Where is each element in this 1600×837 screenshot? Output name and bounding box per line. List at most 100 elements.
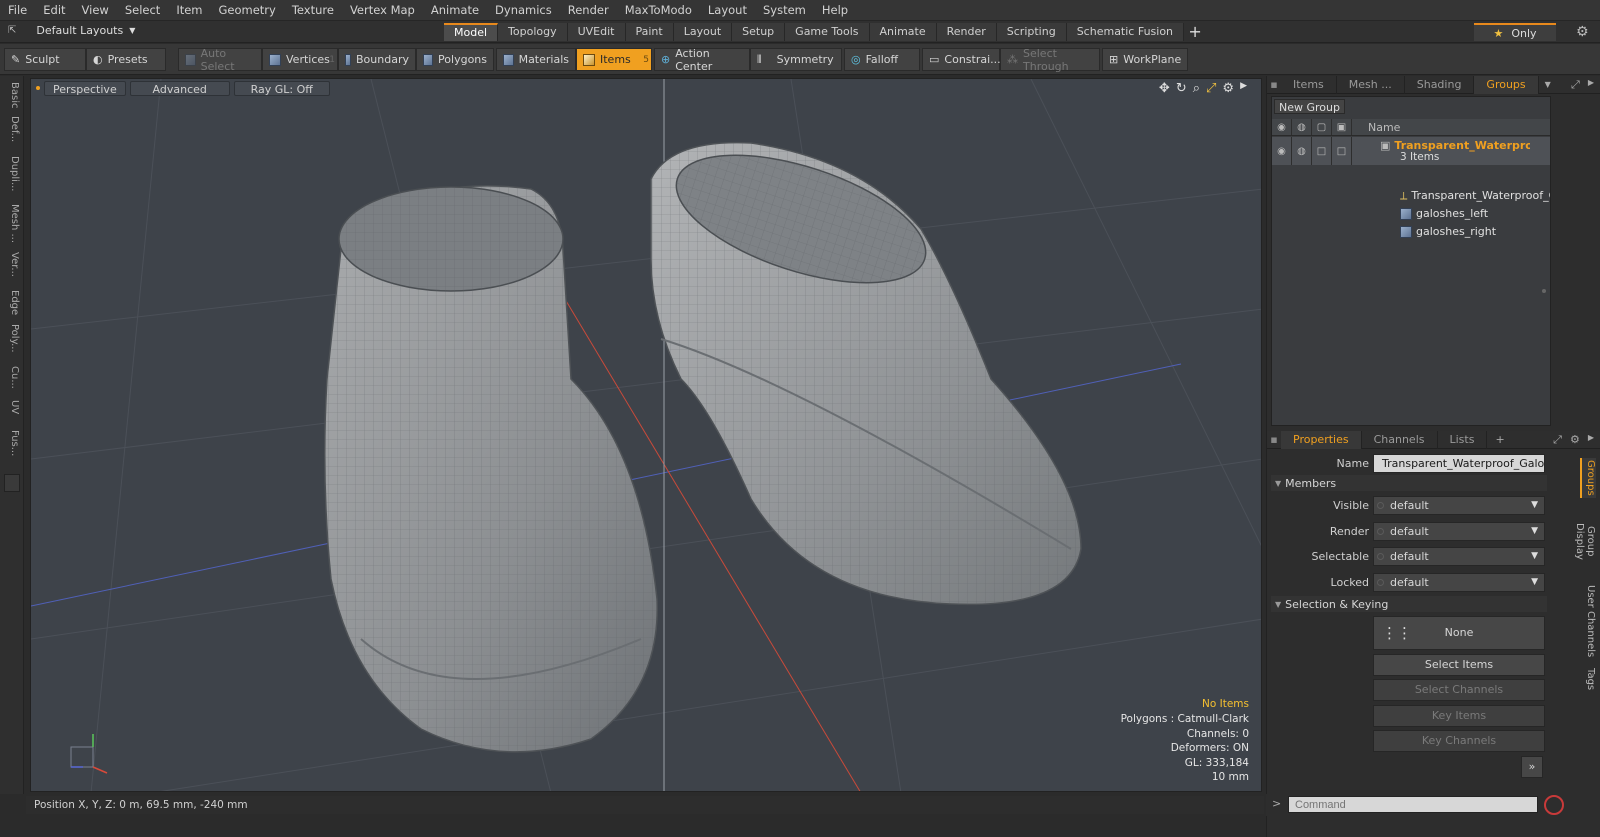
menu-maxtomodo[interactable]: MaxToModo <box>617 0 700 21</box>
left-strip-button[interactable] <box>4 474 20 492</box>
panel-arrow-icon[interactable]: ▶ <box>1588 78 1594 92</box>
workplane-button[interactable]: ⊞ WorkPlane <box>1102 48 1188 71</box>
selection-keying-section[interactable]: ▼ Selection & Keying <box>1271 596 1547 612</box>
left-tab-curve[interactable]: Cu... <box>4 366 20 389</box>
select-icon[interactable]: □ <box>1332 137 1352 165</box>
raygl-button[interactable]: Ray GL: Off <box>233 80 330 96</box>
tab-items[interactable]: Items <box>1281 75 1337 94</box>
galosh-right-model[interactable] <box>650 129 1082 606</box>
none-button[interactable]: ⋮⋮ None <box>1373 616 1545 650</box>
left-tab-basic[interactable]: Basic <box>4 82 20 108</box>
group-child-row[interactable]: ⟂ Transparent_Waterproof_G... <box>1272 187 1550 204</box>
viewport-arrow-icon[interactable]: ▶ <box>1240 81 1247 96</box>
eye-icon[interactable]: ◉ <box>1272 137 1292 165</box>
members-section[interactable]: ▼ Members <box>1271 475 1547 491</box>
tab-paint[interactable]: Paint <box>625 23 674 41</box>
group-child-row[interactable]: galoshes_left <box>1272 205 1550 222</box>
3d-viewport[interactable]: Perspective Advanced Ray GL: Off ✥ ↻ ⌕ ⤢… <box>30 78 1262 792</box>
materials-button[interactable]: Materials <box>496 48 576 71</box>
view-mode-button[interactable]: Perspective <box>44 80 126 96</box>
only-button[interactable]: ★ Only <box>1474 23 1556 41</box>
zoom-view-icon[interactable]: ⌕ <box>1193 81 1200 96</box>
menu-item[interactable]: Item <box>168 0 210 21</box>
expand-more-button[interactable]: » <box>1521 756 1543 778</box>
name-field[interactable]: Transparent_Waterproof_Galoshes <box>1373 453 1545 473</box>
vtab-groups[interactable]: Groups <box>1580 458 1596 498</box>
vertices-button[interactable]: Vertices 1 <box>262 48 338 71</box>
tab-scripting[interactable]: Scripting <box>996 23 1067 41</box>
lock-icon[interactable]: ▢ <box>1312 119 1332 135</box>
select-icon[interactable]: ▣ <box>1332 119 1352 135</box>
vtab-user-channels[interactable]: User Channels <box>1580 584 1596 658</box>
boundary-button[interactable]: Boundary <box>338 48 416 71</box>
select-items-button[interactable]: Select Items <box>1373 654 1545 676</box>
new-group-button[interactable]: New Group <box>1274 99 1345 114</box>
menu-animate[interactable]: Animate <box>423 0 487 21</box>
polygons-button[interactable]: Polygons <box>416 48 494 71</box>
key-channels-button[interactable]: Key Channels <box>1373 730 1545 752</box>
menu-layout[interactable]: Layout <box>700 0 755 21</box>
falloff-button[interactable]: ◎ Falloff <box>844 48 920 71</box>
tab-setup[interactable]: Setup <box>732 23 786 41</box>
eye-icon[interactable]: ◉ <box>1272 119 1292 135</box>
galosh-left-model[interactable] <box>324 185 658 753</box>
tab-schematic-fusion[interactable]: Schematic Fusion <box>1066 23 1185 41</box>
maximize-icon[interactable]: ⤢ <box>1571 78 1580 92</box>
chevron-down-icon[interactable]: ▼ <box>1545 80 1551 89</box>
auto-select-button[interactable]: Auto Select <box>178 47 262 73</box>
menu-render[interactable]: Render <box>560 0 617 21</box>
tab-topology[interactable]: Topology <box>498 23 568 41</box>
menu-system[interactable]: System <box>755 0 814 21</box>
sculpt-button[interactable]: ✎ Sculpt <box>4 48 86 71</box>
tab-render[interactable]: Render <box>936 23 997 41</box>
group-row-main[interactable]: ◉ ◍ □ □ ▣ Transparent_Waterproof ... 3 I… <box>1272 137 1550 165</box>
tab-animate[interactable]: Animate <box>869 23 937 41</box>
scrollbar[interactable] <box>1542 289 1546 293</box>
constraints-button[interactable]: ▭ Constrai... <box>922 48 1001 71</box>
menu-select[interactable]: Select <box>117 0 168 21</box>
tab-layout[interactable]: Layout <box>673 23 733 41</box>
left-tab-vertex[interactable]: Ver... <box>4 252 20 277</box>
tab-uvedit[interactable]: UVEdit <box>567 23 626 41</box>
record-icon[interactable] <box>1544 795 1564 815</box>
items-button[interactable]: Items 5 <box>576 48 652 71</box>
gear-icon[interactable]: ⚙ <box>1576 24 1592 40</box>
symmetry-button[interactable]: ⫴ Symmetry <box>750 48 842 71</box>
menu-vertex-map[interactable]: Vertex Map <box>342 0 423 21</box>
tab-mesh[interactable]: Mesh ... <box>1337 75 1405 94</box>
group-child-row[interactable]: galoshes_right <box>1272 223 1550 240</box>
menu-edit[interactable]: Edit <box>35 0 73 21</box>
left-tab-edge[interactable]: Edge <box>4 290 20 315</box>
left-tab-duplicate[interactable]: Dupli... <box>4 156 20 191</box>
move-view-icon[interactable]: ✥ <box>1159 81 1170 96</box>
tab-groups[interactable]: Groups <box>1474 75 1539 94</box>
left-tab-uv[interactable]: UV <box>4 400 20 414</box>
menu-geometry[interactable]: Geometry <box>211 0 284 21</box>
rotate-view-icon[interactable]: ↻ <box>1176 81 1187 96</box>
vtab-tags[interactable]: Tags <box>1580 664 1596 694</box>
menu-file[interactable]: File <box>0 0 35 21</box>
menu-dynamics[interactable]: Dynamics <box>487 0 560 21</box>
key-items-button[interactable]: Key Items <box>1373 705 1545 727</box>
left-tab-mesh[interactable]: Mesh ... <box>4 204 20 243</box>
left-tab-deform[interactable]: Def... <box>4 116 20 142</box>
select-through-button[interactable]: ⁂ Select Through <box>1000 47 1100 73</box>
left-tab-fusion[interactable]: Fus... <box>4 430 20 456</box>
left-tab-polygon[interactable]: Poly... <box>4 324 20 353</box>
menu-view[interactable]: View <box>74 0 117 21</box>
visible-select[interactable]: default ▼ <box>1373 495 1545 515</box>
locked-select[interactable]: default ▼ <box>1373 572 1545 592</box>
menu-texture[interactable]: Texture <box>284 0 342 21</box>
advanced-button[interactable]: Advanced <box>129 80 230 96</box>
menu-help[interactable]: Help <box>814 0 856 21</box>
selectable-select[interactable]: default ▼ <box>1373 546 1545 566</box>
vtab-group-display[interactable]: Group Display <box>1574 506 1596 576</box>
tab-model[interactable]: Model <box>444 23 499 41</box>
layout-selector[interactable]: ⇱ Default Layouts ▼ <box>8 24 135 37</box>
fit-view-icon[interactable]: ⤢ <box>1206 81 1216 96</box>
tab-game-tools[interactable]: Game Tools <box>785 23 870 41</box>
viewport-settings-icon[interactable]: ⚙ <box>1222 81 1234 96</box>
render-select[interactable]: default ▼ <box>1373 521 1545 541</box>
tab-shading[interactable]: Shading <box>1405 75 1475 94</box>
render-icon[interactable]: ◍ <box>1292 137 1312 165</box>
